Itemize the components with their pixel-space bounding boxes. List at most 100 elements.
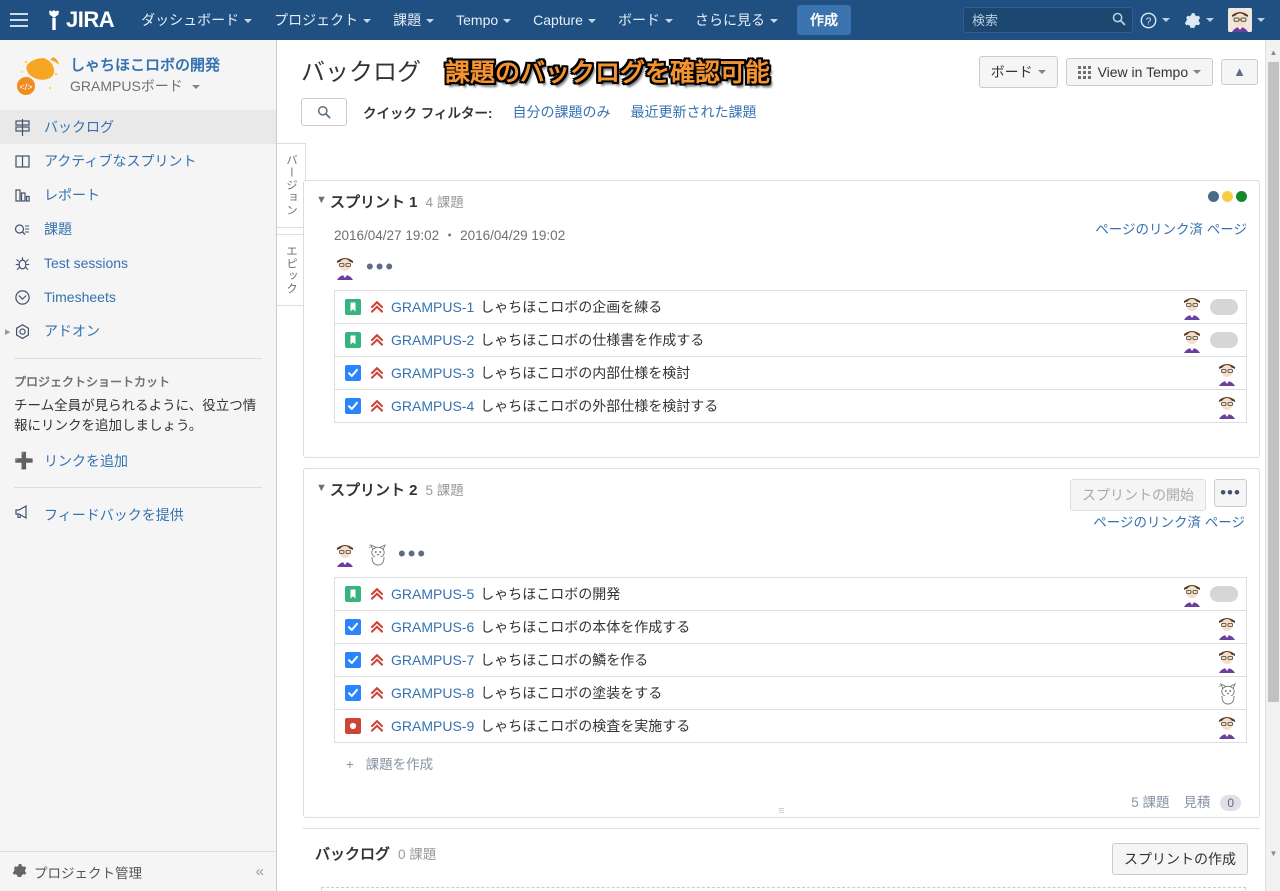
sidebar-item-timesheets[interactable]: Timesheets	[0, 280, 276, 314]
table-row[interactable]: GRAMPUS-5 しゃちほこロボの開発	[335, 577, 1246, 610]
table-row[interactable]: GRAMPUS-7 しゃちほこロボの鱗を作る	[335, 643, 1246, 676]
table-row[interactable]: GRAMPUS-3 しゃちほこロボの内部仕様を検討	[335, 356, 1246, 389]
table-row[interactable]: GRAMPUS-6 しゃちほこロボの本体を作成する	[335, 610, 1246, 643]
give-feedback-button[interactable]: フィードバックを提供	[0, 498, 276, 531]
table-row[interactable]: GRAMPUS-9 しゃちほこロボの検査を実施する	[335, 709, 1246, 742]
jira-logo[interactable]: JIRA	[38, 7, 130, 33]
project-name[interactable]: しゃちほこロボの開発	[70, 56, 220, 76]
board-name[interactable]: GRAMPUSボード	[70, 77, 220, 96]
issue-key[interactable]: GRAMPUS-5	[391, 586, 474, 602]
issue-summary: しゃちほこロボの内部仕様を検討	[480, 365, 691, 381]
avatar[interactable]	[1216, 393, 1238, 419]
project-admin-label[interactable]: プロジェクト管理	[34, 862, 142, 882]
sprint-section-1: ▼ スプリント 1 4 課題 2016/04/27 19:02 ・ 2016/0…	[303, 180, 1260, 458]
issue-key[interactable]: GRAMPUS-7	[391, 652, 474, 668]
chevron-double-left-icon[interactable]: «	[256, 863, 264, 880]
scroll-down-arrow[interactable]: ▼	[1266, 845, 1280, 861]
nav-item-tempo[interactable]: Tempo	[445, 0, 522, 40]
create-issue-inline-button[interactable]: + 課題を作成	[316, 743, 1247, 777]
backlog-icon	[14, 118, 44, 136]
sidebar-item-backlog[interactable]: バックログ	[0, 110, 276, 144]
settings-button[interactable]	[1177, 0, 1221, 40]
estimate-badge	[1210, 586, 1238, 602]
issue-key[interactable]: GRAMPUS-2	[391, 332, 474, 348]
issue-key[interactable]: GRAMPUS-8	[391, 685, 474, 701]
kebab-menu-icon[interactable]: •••	[366, 256, 395, 278]
chevron-down-icon[interactable]: ▼	[316, 191, 330, 206]
avatar[interactable]	[1181, 581, 1203, 607]
search-input[interactable]	[964, 8, 1132, 32]
board-search-button[interactable]	[301, 98, 347, 126]
scroll-up-arrow[interactable]: ▲	[1266, 44, 1280, 60]
avatar[interactable]	[1216, 614, 1238, 640]
user-profile-button[interactable]	[1221, 0, 1272, 40]
issue-key[interactable]: GRAMPUS-9	[391, 718, 474, 734]
avatar[interactable]	[334, 254, 356, 280]
tab-versions[interactable]: バージョン	[277, 143, 306, 228]
help-button[interactable]: ?	[1133, 0, 1177, 40]
nav-label: ダッシュボード	[141, 12, 240, 28]
feedback-label: フィードバックを提供	[44, 506, 184, 523]
scrollbar-thumb[interactable]	[1268, 62, 1279, 702]
collapse-header-button[interactable]: ▲	[1221, 59, 1258, 85]
create-sprint-button[interactable]: スプリントの作成	[1112, 843, 1248, 875]
vertical-scrollbar[interactable]: ▲ ▼	[1265, 40, 1280, 891]
avatar[interactable]	[1216, 647, 1238, 673]
sidebar-item-addons[interactable]: ▸ アドオン	[0, 314, 276, 348]
quick-filter-recently-updated[interactable]: 最近更新された課題	[630, 102, 756, 122]
search-box[interactable]	[963, 7, 1133, 33]
kebab-menu-icon[interactable]: •••	[398, 543, 427, 565]
avatar[interactable]	[334, 541, 356, 567]
view-in-tempo-button[interactable]: View in Tempo	[1065, 58, 1214, 86]
issue-key[interactable]: GRAMPUS-4	[391, 398, 474, 414]
nav-label: ボード	[617, 12, 660, 28]
nav-item-more[interactable]: さらに見る	[684, 0, 789, 40]
nav-item-dashboard[interactable]: ダッシュボード	[130, 0, 263, 40]
chevron-down-icon[interactable]: ▼	[316, 479, 330, 494]
avatar[interactable]	[366, 541, 388, 567]
issue-key[interactable]: GRAMPUS-6	[391, 619, 474, 635]
quick-filter-my-issues[interactable]: 自分の課題のみ	[512, 102, 610, 122]
avatar[interactable]	[1181, 294, 1203, 320]
sprint-1-dates: 2016/04/27 19:02 ・ 2016/04/29 19:02	[334, 228, 566, 243]
create-button[interactable]: 作成	[796, 5, 851, 35]
avatar[interactable]	[1216, 680, 1238, 706]
nav-item-capture[interactable]: Capture	[522, 0, 607, 40]
avatar[interactable]	[1216, 713, 1238, 739]
board-dropdown-button[interactable]: ボード	[978, 56, 1058, 88]
start-sprint-button[interactable]: スプリントの開始	[1070, 479, 1206, 511]
question-circle-icon: ?	[1140, 12, 1157, 28]
project-sidebar: </> しゃちほこロボの開発 GRAMPUSボード バックログ アクティブなスプ…	[0, 40, 277, 891]
tab-epics[interactable]: エピック	[277, 233, 306, 306]
nav-item-boards[interactable]: ボード	[607, 0, 684, 40]
avatar[interactable]	[1181, 327, 1203, 353]
page-title: バックログ	[301, 59, 421, 86]
add-link-button[interactable]: ➕ リンクを追加	[0, 445, 276, 477]
nav-item-issues[interactable]: 課題	[382, 0, 445, 40]
sprint-2-linked-pages-link[interactable]: ページのリンク済 ページ	[1093, 511, 1245, 531]
sprint-1-issue-count: 4 課題	[425, 195, 464, 210]
sidebar-item-test-sessions[interactable]: Test sessions	[0, 246, 276, 280]
kebab-menu-icon: •••	[1220, 483, 1241, 502]
main-content: バックログ 課題のバックログを確認可能 ボード View in Tempo ▲ …	[277, 40, 1280, 891]
hamburger-icon[interactable]	[0, 0, 38, 40]
task-check-icon	[345, 365, 361, 381]
chevron-down-icon	[363, 19, 372, 24]
table-row[interactable]: GRAMPUS-1 しゃちほこロボの企画を練る	[335, 290, 1246, 323]
sidebar-item-active-sprint[interactable]: アクティブなスプリント	[0, 144, 276, 178]
issue-key[interactable]: GRAMPUS-3	[391, 365, 474, 381]
nav-item-projects[interactable]: プロジェクト	[263, 0, 382, 40]
sprint-2-kebab-menu-button[interactable]: •••	[1214, 479, 1247, 507]
table-row[interactable]: GRAMPUS-4 しゃちほこロボの外部仕様を検討する	[335, 389, 1246, 422]
issue-key[interactable]: GRAMPUS-1	[391, 299, 474, 315]
sidebar-item-reports[interactable]: レポート	[0, 178, 276, 212]
table-row[interactable]: GRAMPUS-8 しゃちほこロボの塗装をする	[335, 676, 1246, 709]
resize-handle[interactable]: ≡	[778, 806, 784, 817]
issue-row-right	[1216, 360, 1238, 386]
avatar[interactable]	[1216, 360, 1238, 386]
chevron-right-icon[interactable]: ▸	[5, 325, 11, 338]
table-row[interactable]: GRAMPUS-2 しゃちほこロボの仕様書を作成する	[335, 323, 1246, 356]
sidebar-item-issues[interactable]: 課題	[0, 212, 276, 246]
jira-mark-icon	[44, 9, 64, 31]
sprint-1-linked-pages-link[interactable]: ページのリンク済 ページ	[1095, 218, 1247, 238]
